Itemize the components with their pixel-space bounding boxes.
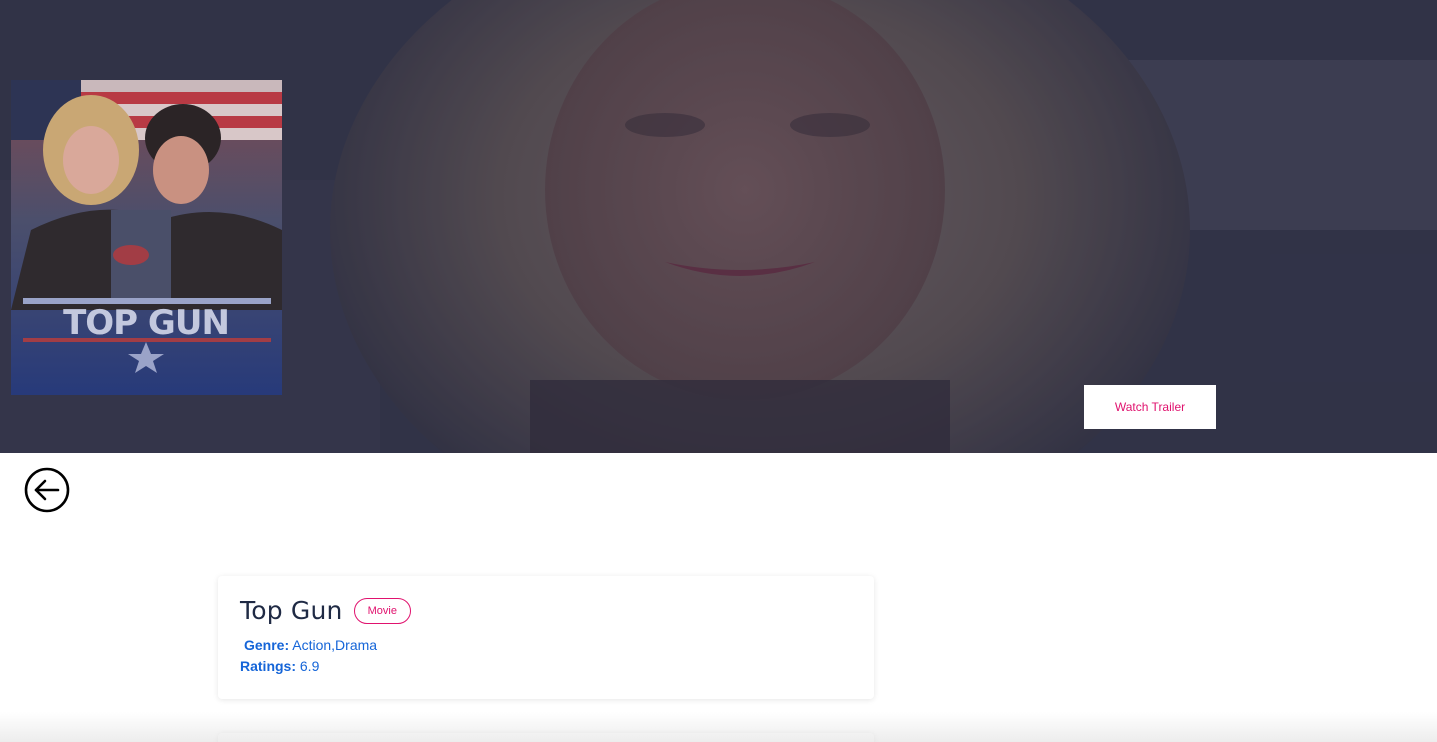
media-type-badge: Movie <box>353 597 411 624</box>
arrow-left-circle-icon <box>24 467 70 513</box>
movie-info-card: Top Gun Movie Genre: Action,Drama Rating… <box>218 576 874 699</box>
title-row: Top Gun Movie <box>240 596 411 625</box>
ratings-value: 6.9 <box>299 658 320 674</box>
movie-detail-page: TOP GUN Watch Trailer Top Gun Movie Genr… <box>0 0 1437 742</box>
genre-value: Action,Drama <box>292 637 378 653</box>
poster-logo-text: TOP GUN <box>63 303 229 343</box>
poster-image: TOP GUN <box>11 80 282 395</box>
ratings-label: Ratings: <box>240 658 296 674</box>
genre-line: Genre: Action,Drama <box>244 637 377 653</box>
back-button[interactable] <box>24 467 70 513</box>
next-card-peek <box>218 733 874 742</box>
watch-trailer-button[interactable]: Watch Trailer <box>1084 385 1216 429</box>
genre-label: Genre: <box>244 637 290 653</box>
ratings-line: Ratings: 6.9 <box>240 658 319 674</box>
movie-title: Top Gun <box>240 596 343 625</box>
movie-poster: TOP GUN <box>11 80 282 395</box>
